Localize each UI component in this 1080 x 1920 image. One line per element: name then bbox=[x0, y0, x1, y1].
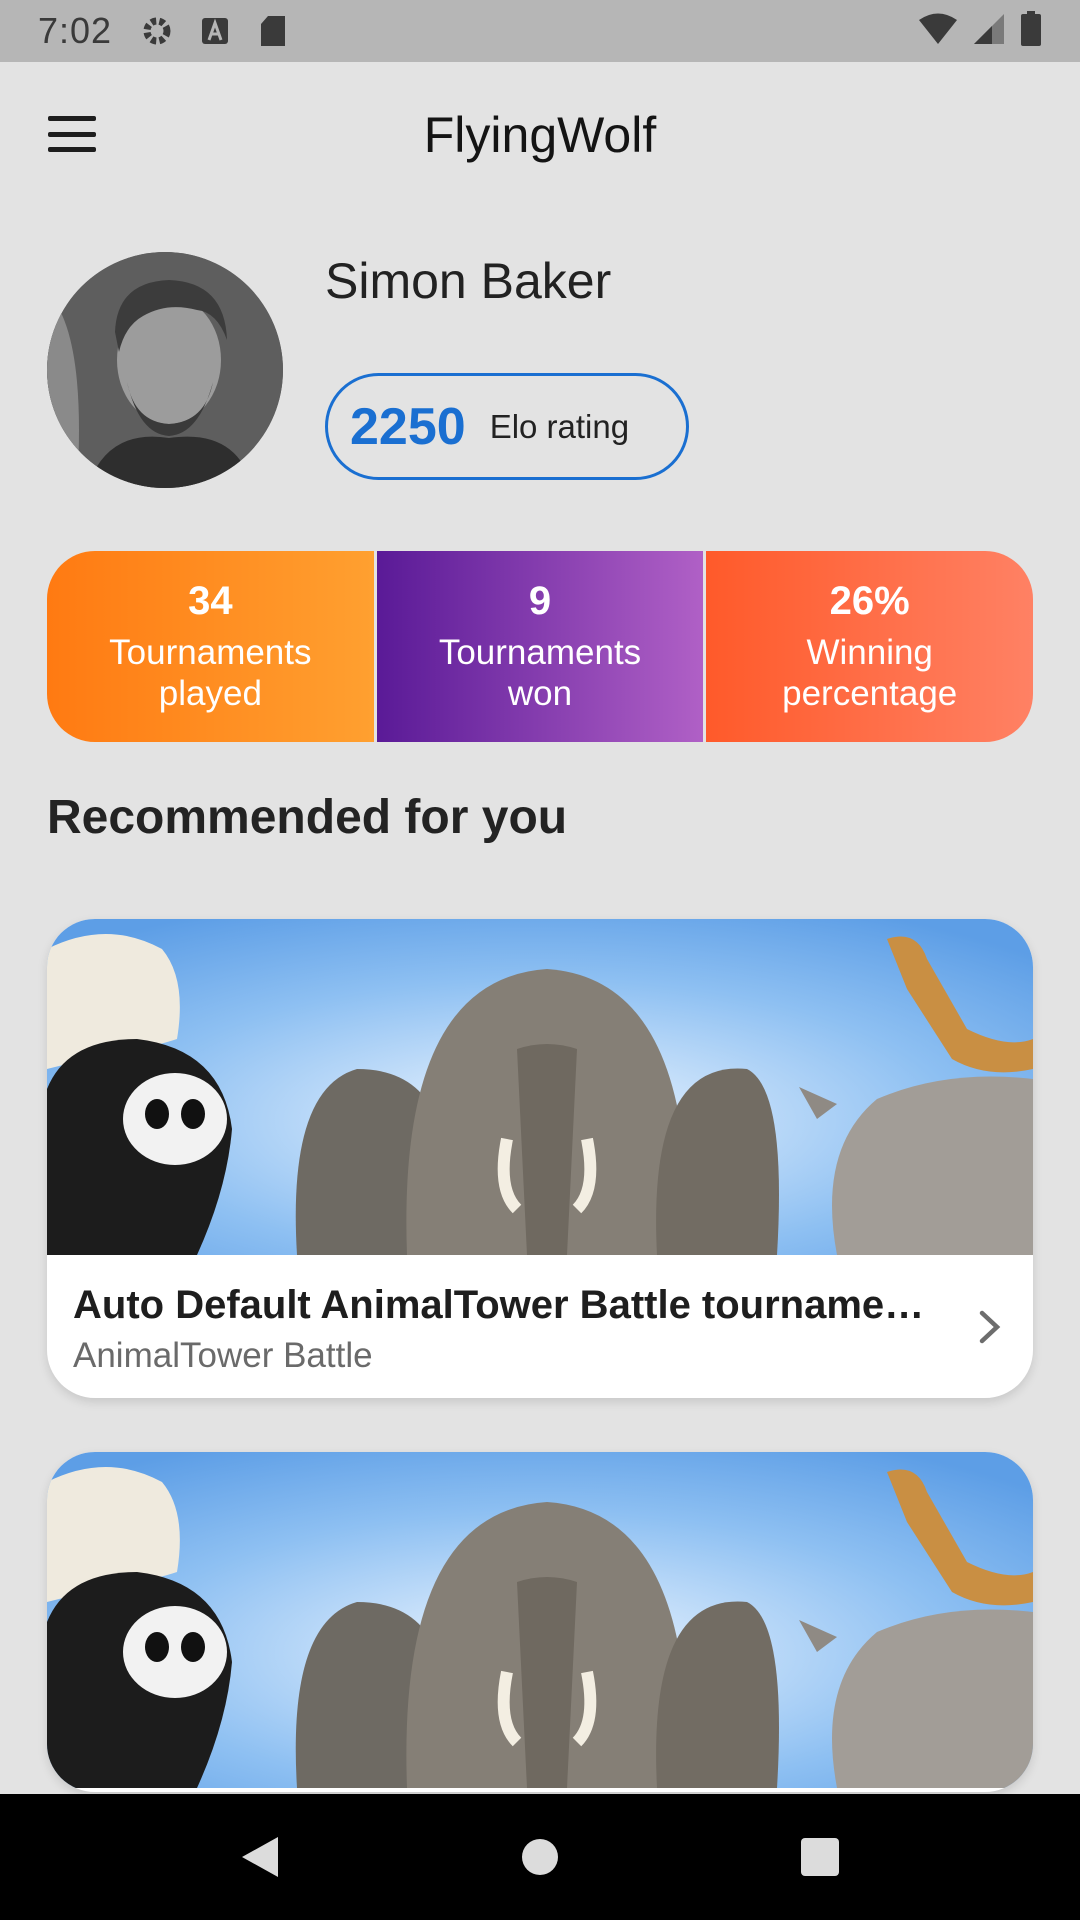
system-nav-bar bbox=[0, 1794, 1080, 1920]
stats-bar: 34 Tournaments played 9 Tournaments won … bbox=[47, 551, 1033, 742]
stat-winning-percentage: 26% Winning percentage bbox=[706, 551, 1033, 742]
stat-value: 34 bbox=[188, 579, 233, 623]
home-icon[interactable] bbox=[500, 1817, 580, 1897]
elo-rating-badge: 2250 Elo rating bbox=[325, 373, 689, 480]
stat-label: won bbox=[507, 674, 573, 713]
sd-card-icon bbox=[256, 14, 290, 48]
chevron-right-icon[interactable] bbox=[975, 1307, 1005, 1347]
stat-tournaments-won: 9 Tournaments won bbox=[376, 551, 704, 742]
stat-value: 9 bbox=[528, 579, 552, 623]
stat-label: percentage bbox=[782, 674, 958, 713]
stat-value: 26% bbox=[829, 579, 910, 623]
status-time: 7:02 bbox=[38, 10, 113, 51]
card-body: Auto Default AnimalTower Battle tourname… bbox=[47, 1255, 1033, 1398]
avatar[interactable] bbox=[47, 252, 283, 488]
signal-icon bbox=[972, 13, 1006, 50]
battery-icon bbox=[1020, 10, 1042, 52]
keyboard-a-icon bbox=[198, 14, 232, 48]
back-icon[interactable] bbox=[220, 1817, 300, 1897]
stat-label: Winning bbox=[806, 633, 933, 672]
profile-name: Simon Baker bbox=[325, 253, 612, 309]
tournament-card[interactable] bbox=[47, 1452, 1033, 1792]
tournament-card[interactable]: Auto Default AnimalTower Battle tourname… bbox=[47, 919, 1033, 1398]
stat-tournaments-played: 34 Tournaments played bbox=[47, 551, 374, 742]
elo-label: Elo rating bbox=[489, 407, 630, 445]
stat-label: played bbox=[158, 674, 262, 713]
wifi-icon bbox=[918, 13, 958, 50]
app-bar: FlyingWolf bbox=[0, 62, 1080, 210]
app-title: FlyingWolf bbox=[423, 107, 657, 163]
status-bar: 7:02 bbox=[0, 0, 1080, 62]
tournament-banner-image bbox=[47, 1452, 1033, 1788]
recents-icon[interactable] bbox=[780, 1817, 860, 1897]
elo-value: 2250 bbox=[350, 397, 466, 456]
stat-label: Tournaments bbox=[438, 633, 642, 672]
card-title: Auto Default AnimalTower Battle tourname… bbox=[73, 1283, 925, 1327]
card-subtitle: AnimalTower Battle bbox=[73, 1336, 373, 1375]
stat-label: Tournaments bbox=[109, 633, 312, 672]
tournament-banner-image bbox=[47, 919, 1033, 1255]
settings-icon bbox=[140, 14, 174, 48]
section-title: Recommended for you bbox=[47, 791, 568, 844]
